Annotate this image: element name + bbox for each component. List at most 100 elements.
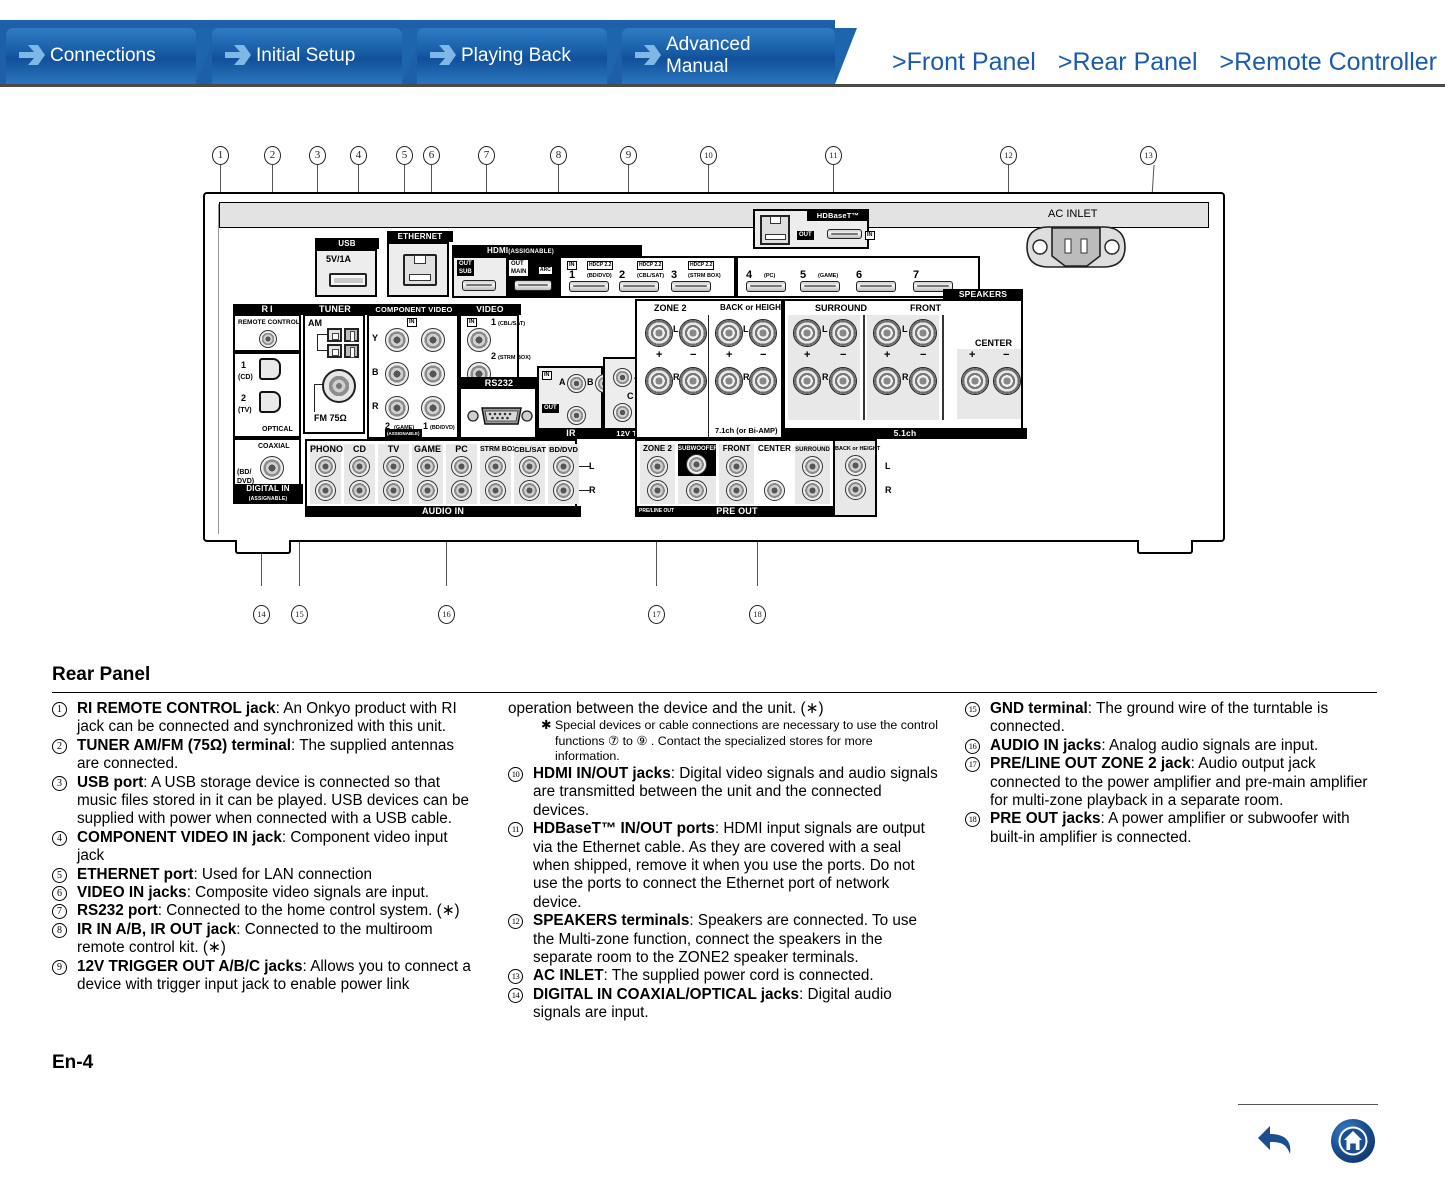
hdmi-in-1-port[interactable] xyxy=(569,281,609,292)
back-height-R-plus[interactable] xyxy=(715,367,743,395)
list-item: 17 PRE/LINE OUT ZONE 2 jack: Audio output… xyxy=(965,755,1377,810)
front-L-minus[interactable] xyxy=(909,319,937,347)
center-plus[interactable] xyxy=(961,367,989,395)
coaxial-jack[interactable] xyxy=(260,456,284,480)
hdmi-in-4-port[interactable] xyxy=(746,281,786,292)
surround-L-plus[interactable] xyxy=(793,319,821,347)
link-remote-controller[interactable]: >Remote Controller xyxy=(1220,48,1437,77)
pre-out-center[interactable] xyxy=(764,480,785,501)
audio-in-tv-R[interactable] xyxy=(383,480,404,501)
optical-1-port[interactable] xyxy=(259,358,281,380)
back-height-L-minus[interactable] xyxy=(749,319,777,347)
hdbaset-hdmi-in-port[interactable] xyxy=(827,229,862,239)
hdmi-out-main-port[interactable] xyxy=(514,280,552,291)
list-item: 7 RS232 port: Connected to the home contr… xyxy=(52,902,476,920)
front-R-plus[interactable] xyxy=(873,367,901,395)
component-r-2[interactable] xyxy=(385,396,409,420)
component-y-2[interactable] xyxy=(385,328,409,352)
audio-in-game-L[interactable] xyxy=(417,456,438,477)
surround-L-minus[interactable] xyxy=(829,319,857,347)
tab-connections-label: Connections xyxy=(50,45,156,66)
hdmi-in-2-port[interactable] xyxy=(619,281,659,292)
rear-panel-diagram: 1 2 3 4 5 6 7 8 9 10 11 12 13 14 15 16 1… xyxy=(0,100,1445,660)
optical-in-block: 1 (CD) 2 (TV) OPTICAL xyxy=(233,352,301,438)
list-item: 2 TUNER AM/FM (75Ω) terminal: The supplie… xyxy=(52,737,476,774)
tab-playing-back[interactable]: Playing Back xyxy=(417,28,629,84)
list-item: 9 12V TRIGGER OUT A/B/C jacks: Allows you… xyxy=(52,958,476,995)
tab-advanced-manual[interactable]: Advanced Manual xyxy=(622,28,857,84)
back-arrow-icon[interactable] xyxy=(1256,1122,1298,1160)
back-height-L-plus[interactable] xyxy=(715,319,743,347)
chassis-foot-right xyxy=(1137,540,1193,554)
list-item: 18 PRE OUT jacks: A power amplifier or su… xyxy=(965,810,1377,847)
optical-2-port[interactable] xyxy=(259,391,281,413)
usb-connector-icon xyxy=(329,273,367,287)
zone2-L-plus[interactable] xyxy=(645,319,673,347)
zone2-R-plus[interactable] xyxy=(645,367,673,395)
zone2-L-minus[interactable] xyxy=(679,319,707,347)
ri-jack[interactable] xyxy=(259,330,277,348)
audio-in-bd-dvd-L[interactable] xyxy=(553,456,574,477)
pre-out-subwoofer-1[interactable] xyxy=(686,454,707,475)
pre-out-surround-L[interactable] xyxy=(802,456,823,477)
ir-out-jack[interactable] xyxy=(567,406,586,425)
arrow-right-icon xyxy=(222,40,252,70)
hdmi-in-3-port[interactable] xyxy=(671,281,711,292)
audio-in-bd-dvd-R[interactable] xyxy=(553,480,574,501)
audio-in-cd-R[interactable] xyxy=(349,480,370,501)
tab-connections[interactable]: Connections xyxy=(6,28,218,84)
audio-in-game-R[interactable] xyxy=(417,480,438,501)
component-y-1[interactable] xyxy=(421,328,445,352)
video-in-1-jack[interactable] xyxy=(467,328,491,352)
tab-initial-setup[interactable]: Initial Setup xyxy=(212,28,424,84)
audio-in-phono-R[interactable] xyxy=(315,480,336,501)
hdmi-in-6-port[interactable] xyxy=(856,281,896,292)
callout-5: 5 xyxy=(396,146,413,250)
pre-out-subwoofer-2[interactable] xyxy=(686,480,707,501)
audio-in-strm-box-R[interactable] xyxy=(485,480,506,501)
audio-in-phono-L[interactable] xyxy=(315,456,336,477)
trigger-c-jack[interactable] xyxy=(613,403,632,422)
surround-R-minus[interactable] xyxy=(829,367,857,395)
audio-in-cbl-sat-L[interactable] xyxy=(519,456,540,477)
am-antenna-terminal[interactable] xyxy=(317,328,359,358)
component-r-1[interactable] xyxy=(421,396,445,420)
pre-out-surround-R[interactable] xyxy=(802,480,823,501)
trigger-a-jack[interactable] xyxy=(613,368,632,387)
pre-out-front-R[interactable] xyxy=(726,480,747,501)
audio-in-strm-box-L[interactable] xyxy=(485,456,506,477)
pre-out-front-L[interactable] xyxy=(726,456,747,477)
list-item: 12 SPEAKERS terminals: Speakers are conne… xyxy=(508,912,938,967)
audio-in-pc-L[interactable] xyxy=(451,456,472,477)
hdmi-out-sub-port[interactable] xyxy=(462,280,496,291)
panel-links: >Front Panel >Rear Panel >Remote Control… xyxy=(892,48,1437,77)
pre-out-back-height-R[interactable] xyxy=(845,479,866,500)
audio-in-tv-L[interactable] xyxy=(383,456,404,477)
component-b-2[interactable] xyxy=(385,362,409,386)
surround-R-plus[interactable] xyxy=(793,367,821,395)
pre-out-zone2-R[interactable] xyxy=(647,480,668,501)
audio-in-cbl-sat-R[interactable] xyxy=(519,480,540,501)
hdmi-in-5-port[interactable] xyxy=(800,281,840,292)
fm-antenna-jack[interactable] xyxy=(322,369,356,403)
link-front-panel[interactable]: >Front Panel xyxy=(892,48,1036,77)
pre-out-back-height-L[interactable] xyxy=(845,455,866,476)
list-item: 6 VIDEO IN jacks: Composite video signals… xyxy=(52,884,476,902)
component-b-1[interactable] xyxy=(421,362,445,386)
audio-in-cd-L[interactable] xyxy=(349,456,370,477)
zone2-R-minus[interactable] xyxy=(679,367,707,395)
link-rear-panel[interactable]: >Rear Panel xyxy=(1058,48,1198,77)
top-navigation: Connections Initial Setup Playing Back A… xyxy=(0,0,1445,88)
center-minus[interactable] xyxy=(993,367,1021,395)
pre-out-zone2-L[interactable] xyxy=(647,456,668,477)
ir-in-a-jack[interactable] xyxy=(567,374,586,393)
usb-port-block: USB 5V/1A xyxy=(315,238,379,297)
home-icon[interactable] xyxy=(1330,1118,1376,1164)
front-L-plus[interactable] xyxy=(873,319,901,347)
front-R-minus[interactable] xyxy=(909,367,937,395)
audio-in-pc-R[interactable] xyxy=(451,480,472,501)
callout-2: 2 xyxy=(264,146,281,265)
back-height-R-minus[interactable] xyxy=(749,367,777,395)
hdbaset-rj45-icon[interactable] xyxy=(760,215,790,245)
list-item: 8 IR IN A/B, IR OUT jack: Connected to th… xyxy=(52,921,476,958)
